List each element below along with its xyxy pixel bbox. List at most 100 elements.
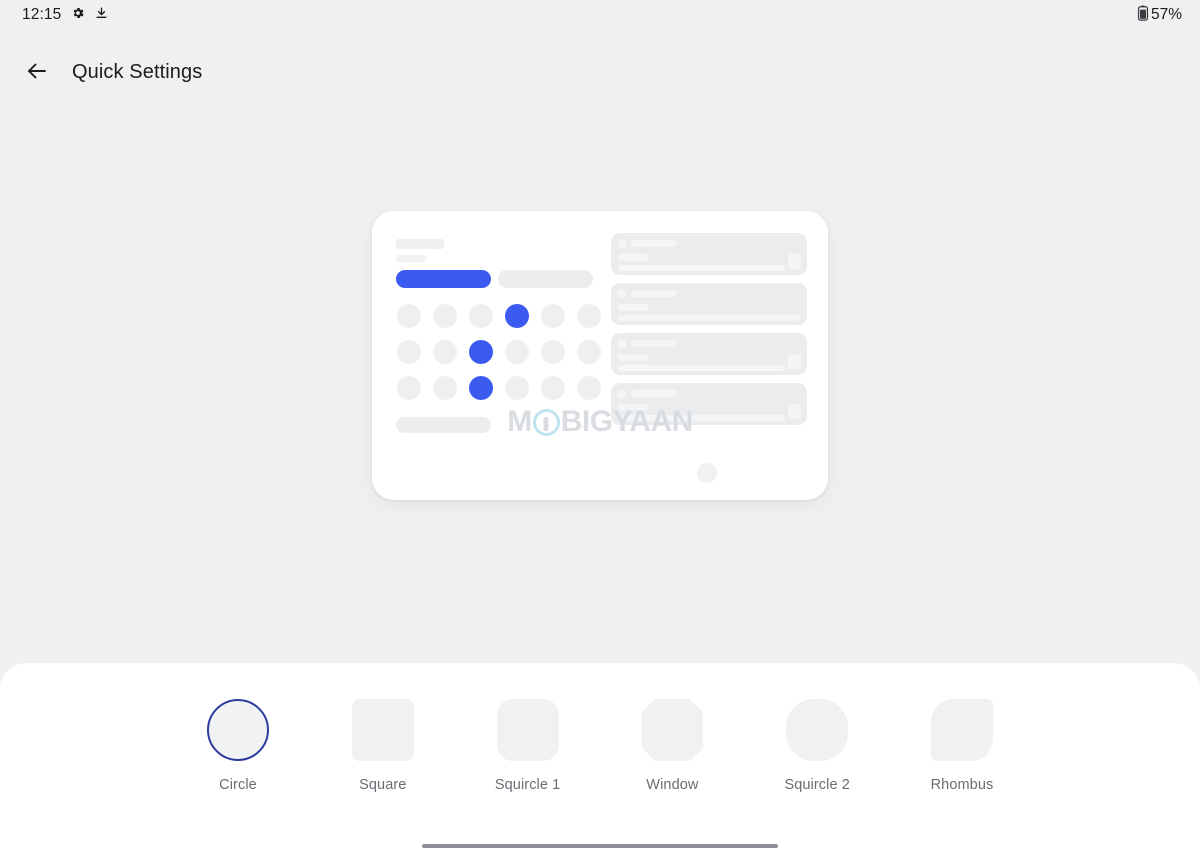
shape-picker-sheet: Circle Square Squircle 1 Window Squircle…	[0, 663, 1200, 857]
shape-option-label: Window	[646, 777, 699, 793]
status-bar-left: 12:15	[22, 6, 108, 25]
preview-toggle-dot	[397, 340, 421, 364]
preview-toggle-cell	[392, 371, 426, 405]
home-gesture-pill[interactable]	[422, 844, 778, 848]
rhombus-shape-icon	[930, 699, 993, 761]
preview-notification-subtitle	[618, 354, 649, 361]
preview-notification-body	[618, 315, 800, 321]
preview-toggle-cell	[536, 335, 570, 369]
battery-icon	[1137, 5, 1149, 26]
preview-toggle-dot	[541, 304, 565, 328]
gear-icon	[71, 6, 85, 25]
preview-toggle-cell	[500, 335, 534, 369]
preview-toggle-cell	[392, 299, 426, 333]
preview-notification-body	[618, 415, 785, 421]
preview-toggle-cell	[428, 335, 462, 369]
preview-notification-subtitle	[618, 254, 649, 261]
battery-percentage: 57%	[1150, 6, 1182, 23]
shape-option-rhombus[interactable]: Rhombus	[914, 699, 1010, 793]
window-shape-icon	[641, 699, 704, 761]
status-bar-right: 57%	[1137, 5, 1182, 26]
preview-notification-app-icon	[618, 390, 626, 398]
square-shape-icon	[351, 699, 414, 761]
preview-toggle-dot	[433, 304, 457, 328]
preview-toggle-dot	[433, 376, 457, 400]
preview-toggle-dot	[577, 340, 601, 364]
preview-header-bar-secondary	[396, 255, 426, 262]
preview-notification-title	[631, 290, 677, 297]
preview-toggle-cell	[572, 299, 606, 333]
preview-notification-title	[631, 390, 677, 397]
shape-option-squircle-2[interactable]: Squircle 2	[769, 699, 865, 793]
preview-brightness-slider	[396, 417, 491, 433]
preview-toggle-dot	[433, 340, 457, 364]
preview-notification-card	[611, 333, 807, 375]
shape-option-label: Squircle 1	[494, 777, 561, 793]
preview-notification-body	[618, 365, 785, 371]
preview-notification-app-icon	[618, 340, 626, 348]
preview-notification-body	[618, 265, 785, 271]
preview-toggle-dot	[469, 304, 493, 328]
preview-toggle-dot	[541, 376, 565, 400]
preview-toggle-cell	[500, 371, 534, 405]
preview-toggle-cell	[428, 371, 462, 405]
shape-option-label: Rhombus	[930, 777, 994, 793]
page-title: Quick Settings	[72, 60, 203, 83]
preview-toggle-cell	[500, 299, 534, 333]
preview-toggle-dot-active	[469, 376, 493, 400]
preview-toggle-dot	[397, 304, 421, 328]
preview-toggle-cell	[572, 371, 606, 405]
preview-notification-card	[611, 283, 807, 325]
preview-toggle-cell	[572, 335, 606, 369]
preview-active-tile-pill	[396, 270, 491, 288]
preview-toggle-dot-active	[505, 304, 529, 328]
squircle-2-shape-icon	[786, 699, 849, 761]
preview-notification-title	[631, 340, 677, 347]
preview-area: M BIGYAAN	[0, 211, 1200, 500]
watermark-prefix: M	[507, 405, 532, 438]
shape-option-window[interactable]: Window	[624, 699, 720, 793]
preview-notification-card	[611, 383, 807, 425]
preview-notification-subtitle	[618, 304, 649, 311]
preview-toggle-dot	[541, 340, 565, 364]
shape-option-label: Square	[359, 777, 407, 793]
status-clock: 12:15	[22, 6, 62, 23]
circle-shape-icon	[207, 699, 269, 761]
shape-option-row: Circle Square Squircle 1 Window Squircle…	[190, 699, 1010, 793]
app-bar: Quick Settings	[0, 48, 1200, 96]
preview-toggle-dot	[505, 340, 529, 364]
preview-notification-card	[611, 233, 807, 275]
shape-option-squircle-1[interactable]: Squircle 1	[480, 699, 576, 793]
preview-toggle-dot	[505, 376, 529, 400]
preview-toggle-dot-active	[469, 340, 493, 364]
preview-toggle-cell	[536, 371, 570, 405]
arrow-left-icon	[25, 59, 49, 86]
preview-notification-thumbnail	[788, 354, 801, 369]
shape-option-circle[interactable]: Circle	[190, 699, 286, 793]
preview-toggle-cell	[464, 371, 498, 405]
preview-mockup: M BIGYAAN	[372, 211, 828, 500]
preview-toggle-cell	[464, 299, 498, 333]
preview-toggle-cell	[428, 299, 462, 333]
shape-option-label: Circle	[219, 777, 257, 793]
preview-notification-subtitle	[618, 404, 649, 411]
preview-settings-button	[697, 463, 717, 483]
squircle-1-shape-icon	[496, 699, 559, 761]
preview-toggle-dot	[397, 376, 421, 400]
preview-inactive-tile-pill	[498, 270, 593, 288]
preview-notification-thumbnail	[788, 404, 801, 419]
preview-notification-app-icon	[618, 290, 626, 298]
download-icon	[95, 6, 108, 25]
preview-toggle-cell	[464, 335, 498, 369]
preview-notification-title	[631, 240, 677, 247]
preview-toggle-cell	[536, 299, 570, 333]
back-button[interactable]	[22, 57, 52, 87]
preview-notification-list	[611, 233, 807, 433]
preview-toggle-dot	[577, 376, 601, 400]
shape-option-square[interactable]: Square	[335, 699, 431, 793]
preview-notification-app-icon	[618, 240, 626, 248]
preview-toggle-dot	[577, 304, 601, 328]
preview-toggle-cell	[392, 335, 426, 369]
preview-header-bar-primary	[396, 239, 444, 249]
shape-option-label: Squircle 2	[784, 777, 850, 793]
